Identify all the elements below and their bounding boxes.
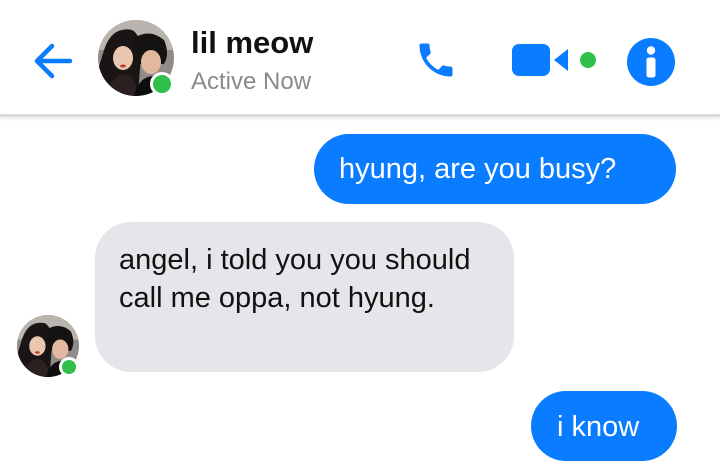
contact-avatar[interactable]	[98, 20, 174, 96]
contact-name: lil meow	[191, 25, 314, 60]
video-call-button[interactable]	[510, 40, 600, 80]
info-button[interactable]	[626, 37, 676, 87]
conversation-header: lil meow Active Now	[0, 0, 720, 117]
back-button[interactable]	[30, 38, 76, 84]
info-icon	[627, 38, 675, 86]
voice-call-button[interactable]	[414, 38, 458, 82]
active-status-text: Active Now	[191, 68, 312, 95]
incoming-message[interactable]: angel, i told you you should call me opp…	[95, 222, 514, 372]
video-camera-icon	[512, 44, 596, 76]
phone-icon	[419, 43, 453, 77]
arrow-left-icon	[34, 43, 73, 79]
outgoing-message[interactable]: hyung, are you busy?	[314, 134, 676, 204]
active-status-dot	[150, 72, 174, 96]
outgoing-message[interactable]: i know	[531, 391, 677, 461]
sender-avatar[interactable]	[17, 315, 79, 377]
chat-screen: lil meow Active Now hyung, are you busy?…	[0, 0, 720, 476]
active-status-dot	[59, 357, 79, 377]
